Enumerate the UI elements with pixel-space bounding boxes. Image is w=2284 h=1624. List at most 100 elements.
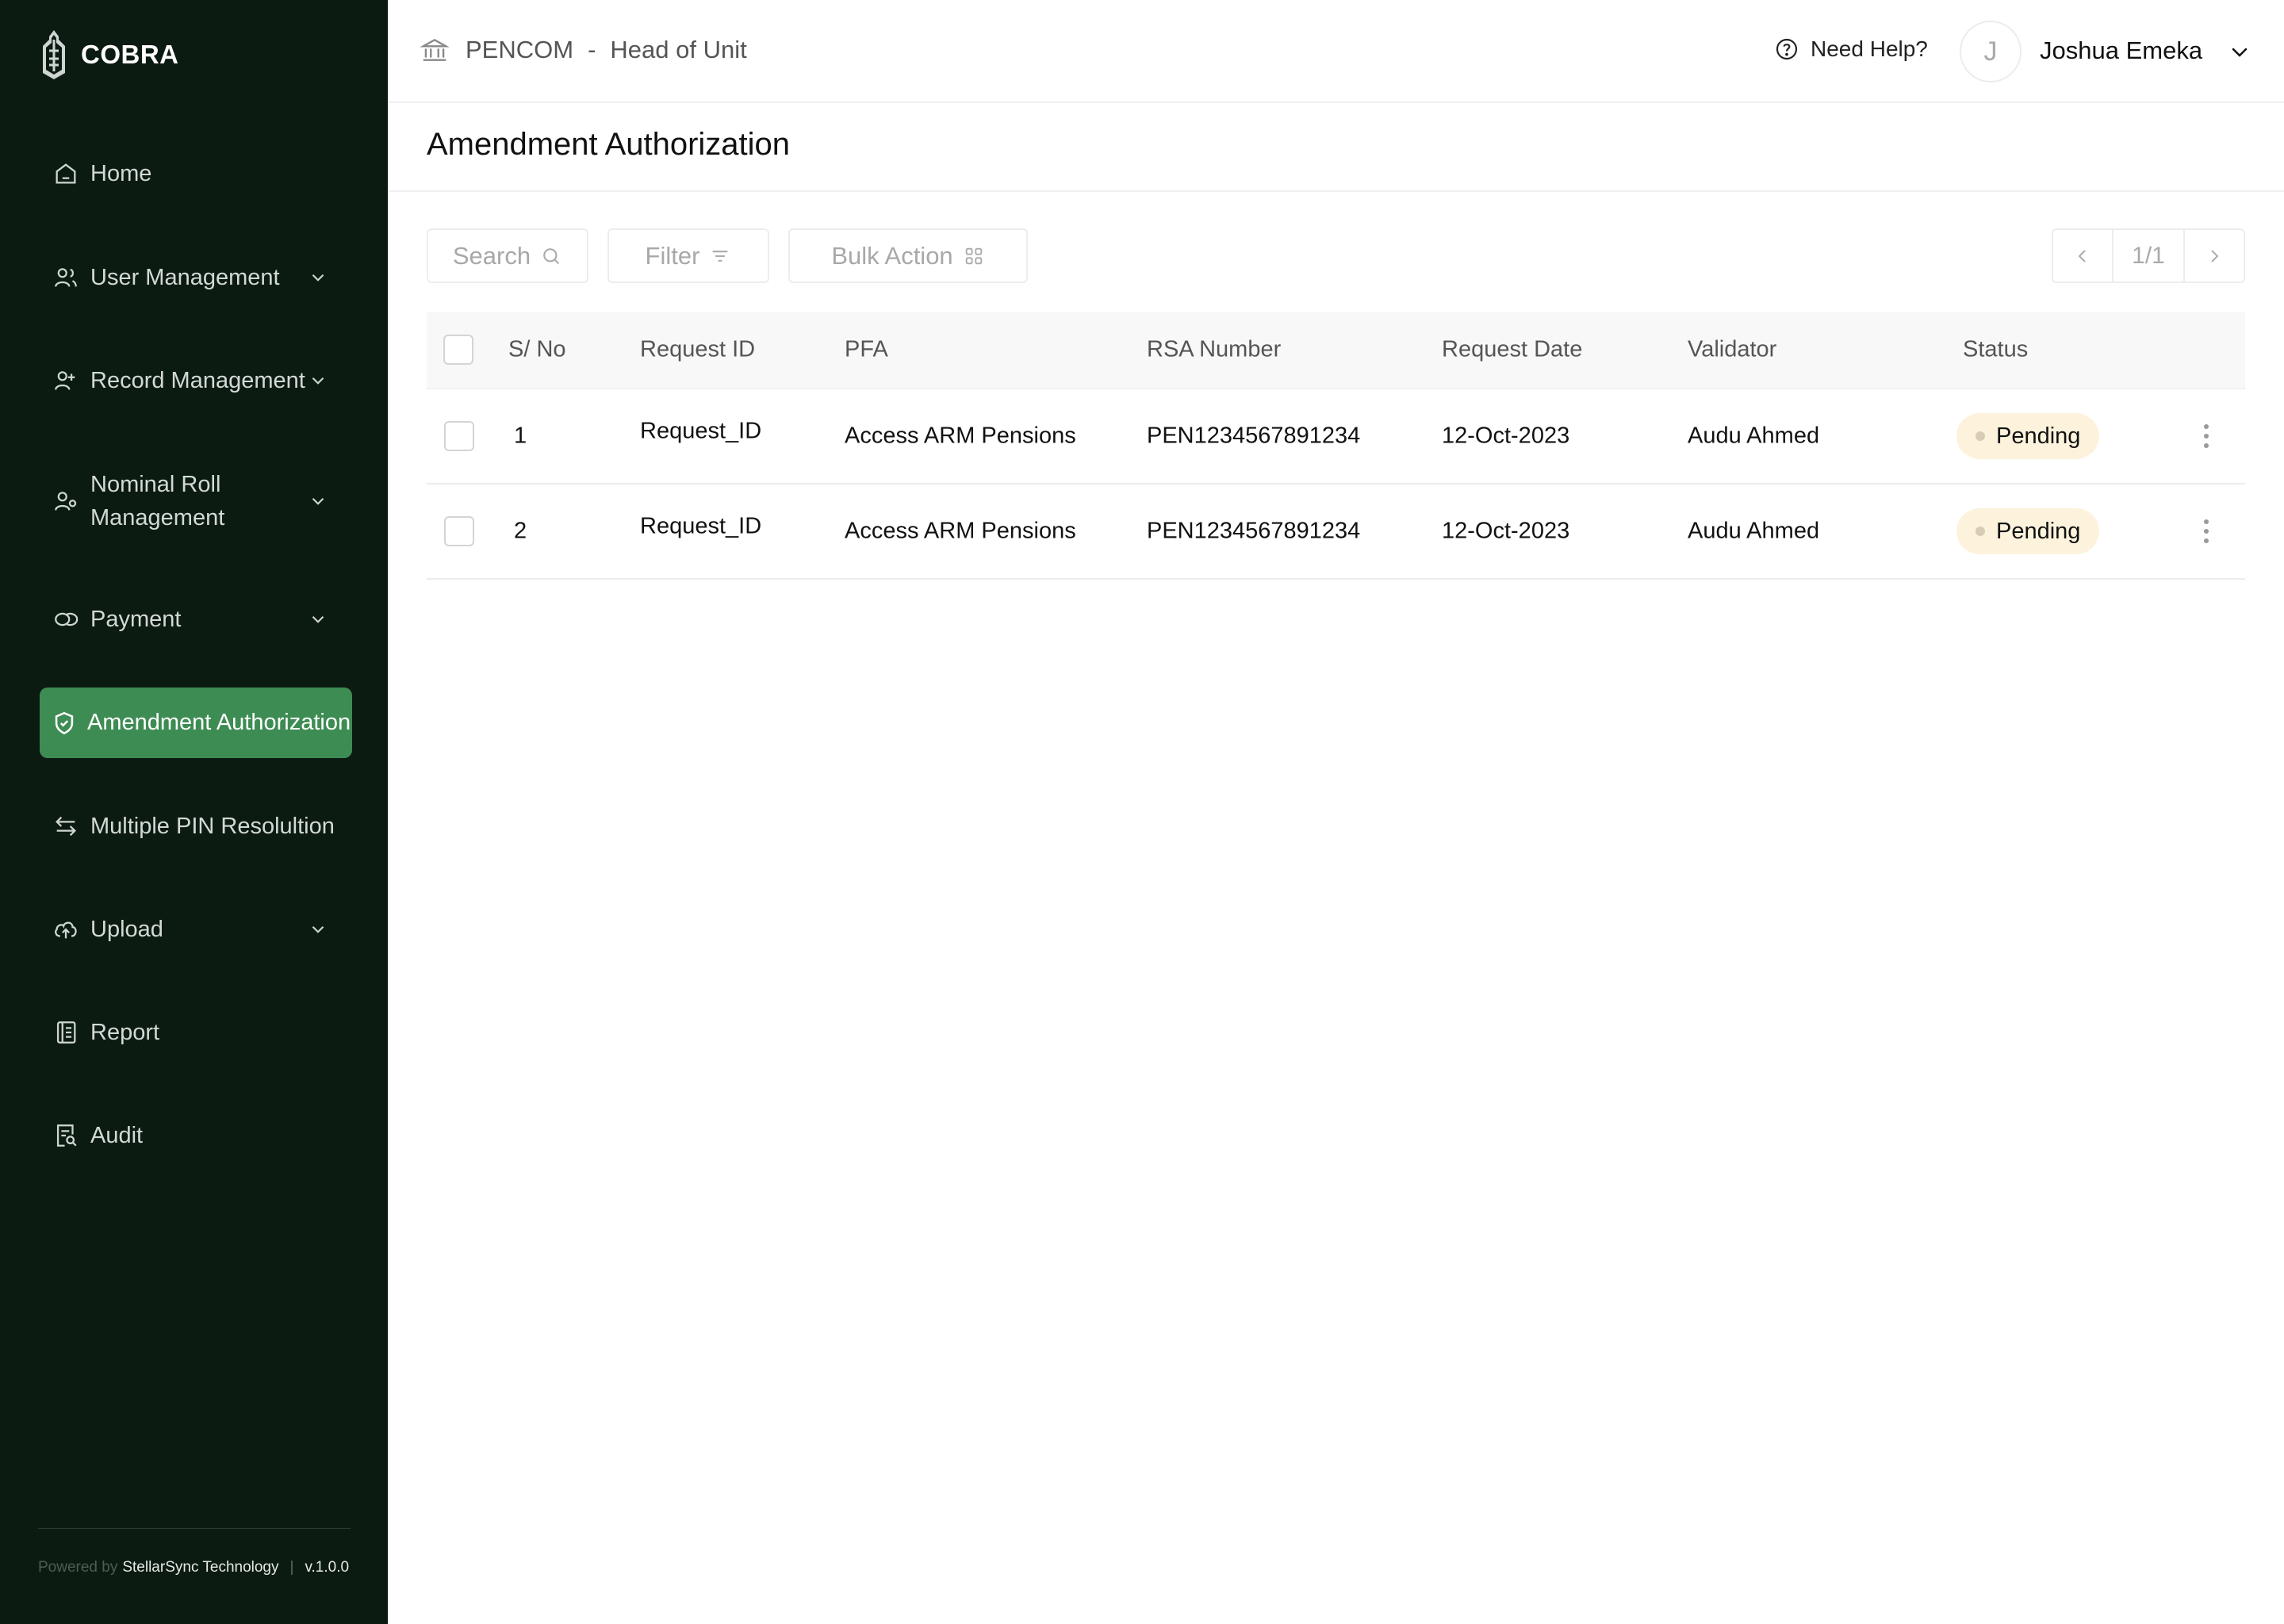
coins-icon <box>52 606 79 633</box>
chevron-down-icon[interactable] <box>2228 40 2251 63</box>
cell-request-id: Request_ID <box>640 513 762 539</box>
filter-button[interactable]: Filter <box>607 228 769 283</box>
sidebar-item-label: Amendment Authorization <box>87 710 351 735</box>
users-icon <box>52 264 79 291</box>
sidebar-item-label: Payment <box>90 606 182 632</box>
org-breadcrumb: PENCOM - Head of Unit <box>420 35 747 65</box>
cell-validator: Audu Ahmed <box>1688 518 1820 544</box>
cell-sno: 1 <box>514 423 527 449</box>
pagination: 1/1 <box>2052 228 2245 283</box>
user-settings-icon <box>52 488 79 515</box>
chevron-down-icon <box>308 267 328 288</box>
sidebar-item-user-management[interactable]: User Management <box>40 261 352 294</box>
sidebar-item-amendment-authorization[interactable]: Amendment Authorization <box>40 688 352 758</box>
select-all-checkbox[interactable] <box>443 335 473 365</box>
logo[interactable]: COBRA <box>38 29 179 81</box>
audit-icon <box>52 1122 79 1149</box>
sidebar-item-audit[interactable]: Audit <box>40 1119 352 1152</box>
bulk-action-label: Bulk Action <box>831 241 953 270</box>
column-header-request-id: Request ID <box>640 336 756 362</box>
bank-icon <box>420 38 450 61</box>
cell-request-date: 12-Oct-2023 <box>1442 518 1570 544</box>
powered-by-brand: StellarSync Technology <box>122 1559 279 1576</box>
cell-validator: Audu Ahmed <box>1688 423 1820 449</box>
amendment-table: S/ No Request ID PFA RSA Number Request … <box>427 312 2245 580</box>
sidebar: COBRA Home User Management Record Manage… <box>0 0 388 1624</box>
sidebar-item-nominal-roll-management[interactable]: Nominal Roll Management <box>40 466 352 536</box>
need-help-link[interactable]: Need Help? <box>1774 36 1928 62</box>
arrows-swap-icon <box>52 813 79 840</box>
sidebar-footer: Powered by StellarSync Technology | v.1.… <box>38 1528 351 1576</box>
need-help-label: Need Help? <box>1811 36 1928 61</box>
filter-icon <box>713 250 728 262</box>
sidebar-item-label: Nominal Roll Management <box>90 472 225 530</box>
cell-request-date: 12-Oct-2023 <box>1442 423 1570 449</box>
next-page-button[interactable] <box>2185 230 2244 282</box>
sidebar-item-label: Report <box>90 1019 160 1045</box>
cell-pfa: Access ARM Pensions <box>845 423 1076 449</box>
chevron-down-icon <box>308 919 328 940</box>
page-title: Amendment Authorization <box>427 127 791 162</box>
column-header-status: Status <box>1963 336 2029 362</box>
grid-icon <box>965 247 982 264</box>
table-header: S/ No Request ID PFA RSA Number Request … <box>427 312 2245 389</box>
report-icon <box>52 1019 79 1046</box>
sidebar-item-label: User Management <box>90 264 280 290</box>
avatar[interactable]: J <box>1960 21 2021 82</box>
user-name[interactable]: Joshua Emeka <box>2040 36 2202 65</box>
chevron-down-icon <box>308 491 328 511</box>
chevron-right-icon <box>2211 249 2219 262</box>
sidebar-item-report[interactable]: Report <box>40 1016 352 1049</box>
cell-rsa-number: PEN1234567891234 <box>1147 518 1361 544</box>
sidebar-item-label: Home <box>90 160 152 186</box>
search-label: Search <box>452 241 531 270</box>
cell-rsa-number: PEN1234567891234 <box>1147 423 1361 449</box>
more-options-icon[interactable] <box>2195 515 2217 547</box>
table-row[interactable]: 2 Request_ID Access ARM Pensions PEN1234… <box>427 485 2245 580</box>
more-options-icon[interactable] <box>2195 420 2217 452</box>
user-record-icon <box>52 367 79 394</box>
filter-label: Filter <box>645 241 700 270</box>
sidebar-item-label: Upload <box>90 916 163 942</box>
row-checkbox[interactable] <box>444 516 474 546</box>
sidebar-item-label: Audit <box>90 1122 144 1148</box>
sidebar-item-payment[interactable]: Payment <box>40 603 352 636</box>
page-title-bar: Amendment Authorization <box>388 103 2284 192</box>
chevron-down-icon <box>308 370 328 391</box>
status-badge: Pending <box>1956 413 2100 459</box>
cloud-upload-icon <box>52 916 79 943</box>
chevron-down-icon <box>308 609 328 630</box>
org-name: PENCOM <box>466 36 574 63</box>
search-icon <box>543 247 560 264</box>
app-name: COBRA <box>81 40 179 69</box>
sidebar-item-record-management[interactable]: Record Management <box>40 364 352 397</box>
org-separator: - <box>588 36 596 63</box>
footer-separator: | <box>289 1559 294 1576</box>
shield-check-icon <box>51 710 78 737</box>
column-header-sno: S/ No <box>508 336 566 362</box>
page-indicator: 1/1 <box>2112 230 2185 282</box>
column-header-validator: Validator <box>1688 336 1777 362</box>
cell-pfa: Access ARM Pensions <box>845 518 1076 544</box>
sidebar-item-upload[interactable]: Upload <box>40 913 352 946</box>
bulk-action-button[interactable]: Bulk Action <box>788 228 1028 283</box>
column-header-pfa: PFA <box>845 336 888 362</box>
home-icon <box>52 160 79 187</box>
sidebar-item-multiple-pin-resolution[interactable]: Multiple PIN Resolultion <box>40 810 352 843</box>
prev-page-button[interactable] <box>2053 230 2112 282</box>
powered-by-label: Powered by <box>38 1559 118 1576</box>
cobra-logo-icon <box>43 30 65 79</box>
search-button[interactable]: Search <box>427 228 588 283</box>
table-row[interactable]: 1 Request_ID Access ARM Pensions PEN1234… <box>427 389 2245 485</box>
app-version: v.1.0.0 <box>305 1559 350 1576</box>
column-header-request-date: Request Date <box>1442 336 1583 362</box>
sidebar-item-home[interactable]: Home <box>40 157 352 190</box>
cell-request-id: Request_ID <box>640 418 762 444</box>
row-checkbox[interactable] <box>444 421 474 451</box>
status-badge: Pending <box>1956 508 2100 554</box>
sidebar-item-label: Multiple PIN Resolultion <box>90 813 335 839</box>
column-header-rsa-number: RSA Number <box>1147 336 1282 362</box>
user-role: Head of Unit <box>610 36 747 63</box>
cell-sno: 2 <box>514 518 527 544</box>
chevron-left-icon <box>2078 249 2086 262</box>
